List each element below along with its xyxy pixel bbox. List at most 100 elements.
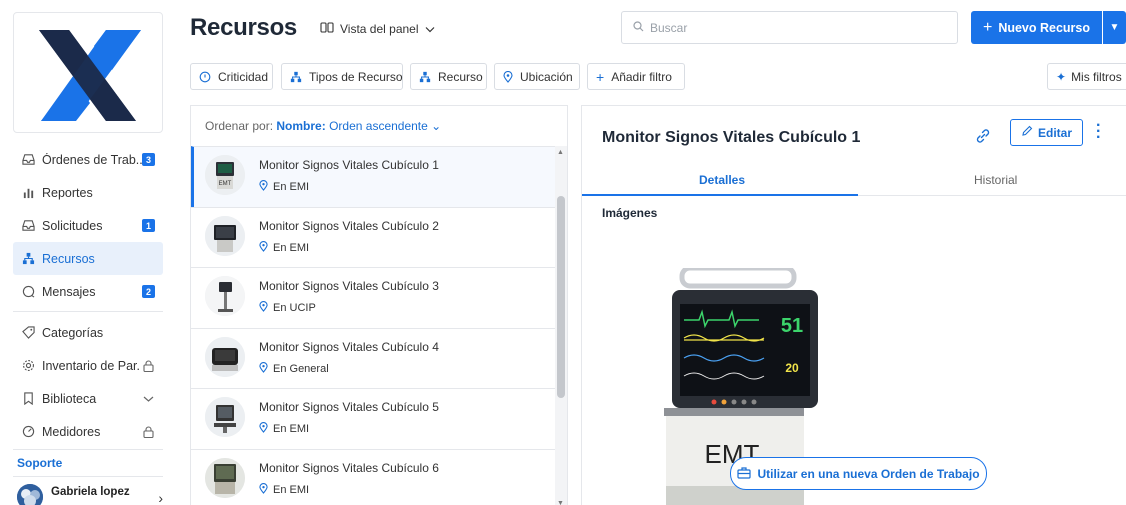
- add-filter-button[interactable]: + Añadir filtro: [587, 63, 685, 90]
- user-profile[interactable]: Gabriela lopez ›: [17, 484, 163, 505]
- app-root: Órdenes de Trab... 3 Reportes Solicitude…: [0, 0, 1126, 505]
- resource-list: EMT Monitor Signos Vitales Cubículo 1 En…: [191, 146, 555, 505]
- resource-thumbnail: EMT: [205, 155, 245, 195]
- location-label: En EMI: [273, 241, 310, 254]
- sidebar-item-label: Mensajes: [42, 284, 96, 299]
- gear-icon: [21, 359, 35, 373]
- list-item[interactable]: Monitor Signos Vitales Cubículo 5 En EMI: [191, 388, 555, 449]
- hierarchy-icon: [419, 71, 431, 83]
- support-link[interactable]: Soporte: [17, 456, 62, 470]
- resource-location: En EMI: [259, 422, 309, 436]
- chevron-right-icon[interactable]: ›: [158, 490, 163, 505]
- sidebar-item-mensajes[interactable]: Mensajes 2: [13, 275, 163, 308]
- resource-thumbnail: [205, 276, 245, 316]
- list-item[interactable]: Monitor Signos Vitales Cubículo 2 En EMI: [191, 206, 555, 268]
- list-item[interactable]: Monitor Signos Vitales Cubículo 4 En Gen…: [191, 327, 555, 389]
- resource-list-panel: Ordenar por: Nombre: Orden ascendente ⌄ …: [190, 105, 568, 505]
- location-label: En UCIP: [273, 302, 316, 314]
- filter-criticidad[interactable]: Criticidad: [190, 63, 273, 90]
- use-in-work-order-button[interactable]: Utilizar en una nueva Orden de Trabajo: [730, 457, 987, 490]
- filter-label: Criticidad: [218, 69, 269, 84]
- sidebar-item-label: Categorías: [42, 325, 104, 340]
- sidebar-item-label: Recursos: [42, 251, 95, 266]
- more-options-icon[interactable]: · · ·: [1096, 118, 1101, 146]
- count-badge: 2: [142, 285, 155, 298]
- chat-icon: [21, 285, 35, 299]
- sidebar-nav: Órdenes de Trab... 3 Reportes Solicitude…: [13, 143, 163, 448]
- resource-location: En UCIP: [259, 301, 316, 315]
- avatar: [17, 484, 43, 505]
- sort-field: Nombre:: [276, 119, 326, 133]
- scroll-down-arrow[interactable]: ▼: [557, 500, 564, 505]
- svg-text:EMT: EMT: [219, 181, 232, 187]
- resource-thumbnail: [205, 336, 245, 377]
- view-toggle[interactable]: Vista del panel: [320, 22, 435, 36]
- chevron-down-icon[interactable]: [141, 395, 155, 403]
- bar-chart-icon: [21, 186, 35, 200]
- sidebar-item-recursos[interactable]: Recursos: [13, 242, 163, 275]
- lock-icon: [141, 425, 155, 438]
- location-pin-icon: [259, 180, 268, 194]
- resource-name: Monitor Signos Vitales Cubículo 5: [259, 400, 439, 414]
- filter-ubicacion[interactable]: Ubicación: [494, 63, 580, 90]
- tab-detalles[interactable]: Detalles: [699, 173, 745, 187]
- location-pin-icon: [259, 240, 268, 255]
- location-pin-icon: [259, 301, 268, 315]
- location-pin-icon: [259, 422, 268, 436]
- nav-divider: [13, 311, 163, 312]
- filter-label: Tipos de Recurso: [309, 69, 403, 84]
- new-resource-button[interactable]: + Nuevo Recurso: [971, 11, 1102, 44]
- filter-recurso[interactable]: Recurso: [410, 63, 487, 90]
- nav-divider: [13, 476, 163, 477]
- resource-thumbnail: [205, 457, 245, 498]
- columns-icon: [320, 22, 334, 36]
- my-filters-label: Mis filtros: [1071, 69, 1122, 84]
- caret-down-icon: ▼: [1109, 22, 1120, 33]
- company-logo[interactable]: [13, 12, 163, 133]
- sidebar-item-label: Solicitudes: [42, 218, 103, 233]
- count-badge: 1: [142, 219, 155, 232]
- gauge-icon: [21, 425, 35, 439]
- list-item[interactable]: Monitor Signos Vitales Cubículo 3 En UCI…: [191, 267, 555, 328]
- filter-tipos-recurso[interactable]: Tipos de Recurso: [281, 63, 403, 90]
- plus-icon: +: [596, 68, 605, 85]
- scrollbar-thumb[interactable]: [557, 196, 565, 398]
- inbox-icon: [21, 153, 35, 167]
- link-icon[interactable]: [975, 128, 991, 149]
- chat-bubble-icon: [199, 71, 211, 83]
- new-resource-dropdown-button[interactable]: ▼: [1103, 11, 1126, 44]
- location-label: En General: [273, 362, 329, 375]
- my-filters-button[interactable]: ✦ Mis filtros: [1047, 63, 1126, 90]
- sidebar-item-medidores[interactable]: Medidores: [13, 415, 163, 448]
- search-box[interactable]: [621, 11, 958, 44]
- tab-historial[interactable]: Historial: [974, 173, 1017, 187]
- filter-label: Ubicación: [520, 69, 573, 84]
- book-icon: [21, 392, 35, 406]
- resource-name: Monitor Signos Vitales Cubículo 3: [259, 279, 439, 293]
- sidebar-item-solicitudes[interactable]: Solicitudes 1: [13, 209, 163, 242]
- sort-order: Orden ascendente: [329, 119, 428, 133]
- location-label: En EMI: [273, 181, 310, 193]
- resource-name: Monitor Signos Vitales Cubículo 2: [259, 218, 439, 233]
- inbox-icon: [21, 219, 35, 233]
- sidebar-item-inventario[interactable]: Inventario de Par...: [13, 349, 163, 382]
- photo-reading-bottom: 20: [785, 361, 799, 375]
- sidebar-item-label: Reportes: [42, 185, 93, 200]
- resource-location: En General: [259, 361, 329, 376]
- scroll-up-arrow[interactable]: ▲: [557, 149, 564, 156]
- resource-location: En EMI: [259, 482, 309, 497]
- sidebar-item-biblioteca[interactable]: Biblioteca: [13, 382, 163, 415]
- count-badge: 3: [142, 153, 155, 166]
- pencil-icon: [1021, 125, 1033, 140]
- resource-location: En EMI: [259, 240, 310, 255]
- search-input[interactable]: [650, 20, 930, 35]
- sort-prefix: Ordenar por:: [205, 119, 274, 133]
- edit-button[interactable]: Editar: [1010, 119, 1083, 146]
- sidebar-item-categorias[interactable]: Categorías: [13, 316, 163, 349]
- sort-control[interactable]: Ordenar por: Nombre: Orden ascendente ⌄: [205, 119, 441, 133]
- sidebar-item-ordenes[interactable]: Órdenes de Trab... 3: [13, 143, 163, 176]
- list-item[interactable]: Monitor Signos Vitales Cubículo 6 En EMI: [191, 448, 555, 505]
- list-item[interactable]: EMT Monitor Signos Vitales Cubículo 1 En…: [191, 146, 555, 207]
- sidebar-item-reportes[interactable]: Reportes: [13, 176, 163, 209]
- filter-label: Añadir filtro: [611, 69, 672, 84]
